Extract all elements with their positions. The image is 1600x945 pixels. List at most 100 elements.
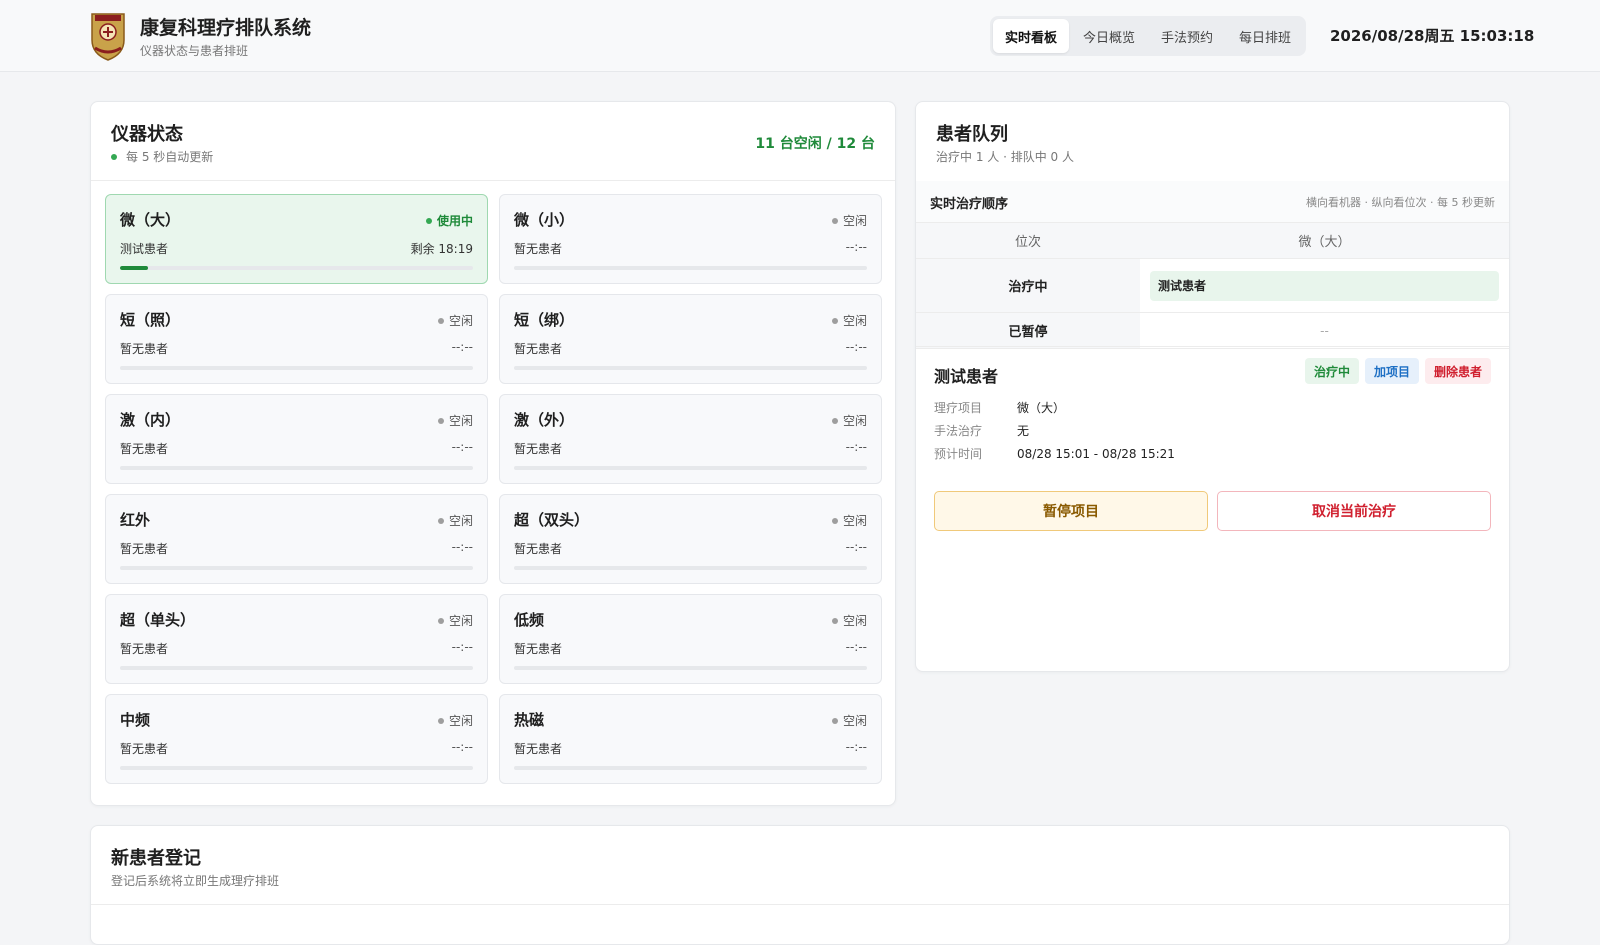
device-progress-bar [120,666,473,670]
status-dot-icon [831,717,838,724]
info-key: 理疗项目 [934,401,983,415]
device-patient: 暂无患者 [514,742,563,756]
info-value: 无 [1017,424,1030,438]
status-dot-icon [831,417,838,424]
device-card[interactable]: 短（绑） 空闲 暂无患者 --:-- [499,294,882,384]
device-patient: 测试患者 [120,242,169,256]
device-patient: 暂无患者 [514,242,563,256]
device-remaining-time: --:-- [845,640,867,654]
info-value: 微（大） [1017,401,1066,415]
register-panel-header: 新患者登记 登记后系统将立即生成理疗排班 [91,826,1509,905]
device-remaining-time: --:-- [451,440,473,454]
device-progress-bar [514,666,867,670]
treatment-order-table: 位次 微（大） 治疗中 测试患者 已暂停 -- [916,223,1509,349]
col-device-header: 微（大） [1140,223,1509,258]
current-datetime: 2026/08/28周五 15:03:18 [1330,27,1535,45]
device-status: 空闲 [437,712,473,729]
treatment-order-header: 实时治疗顺序 横向看机器 · 纵向看位次 · 每 5 秒更新 [916,181,1509,223]
device-patient: 暂无患者 [514,642,563,656]
device-patient: 暂无患者 [514,442,563,456]
register-panel-subtitle: 登记后系统将立即生成理疗排班 [111,874,280,888]
register-panel-title: 新患者登记 [111,848,201,869]
cancel-treatment-button[interactable]: 取消当前治疗 [1217,491,1491,531]
device-card[interactable]: 超（双头） 空闲 暂无患者 --:-- [499,494,882,584]
device-name: 低频 [514,611,545,629]
device-card[interactable]: 激（内） 空闲 暂无患者 --:-- [105,394,488,484]
status-dot-icon [831,217,838,224]
status-dot-icon [437,317,444,324]
device-name: 超（双头） [514,511,590,529]
row-treating-cell: 测试患者 [1140,259,1509,312]
device-remaining-time: --:-- [845,440,867,454]
device-patient: 暂无患者 [120,642,169,656]
device-status: 空闲 [437,412,473,429]
info-row-time: 预计时间 08/28 15:01 - 08/28 15:21 [934,442,1175,465]
app-title: 康复科理疗排队系统 [140,17,312,39]
device-remaining-time: --:-- [451,340,473,354]
tab-today-overview[interactable]: 今日概览 [1071,19,1147,53]
device-card[interactable]: 红外 空闲暂无患者 --:-- [105,494,488,584]
info-row-manual: 手法治疗 无 [934,419,1175,442]
device-progress-bar [514,766,867,770]
queue-panel: 患者队列 治疗中 1 人 · 排队中 0 人 实时治疗顺序 横向看机器 · 纵向… [915,101,1510,672]
add-item-button[interactable]: 加项目 [1364,358,1419,384]
device-status: 空闲 [831,612,867,629]
status-dot-icon [831,617,838,624]
status-dot-icon [831,517,838,524]
device-status-label: 空闲 [842,314,867,328]
device-card[interactable]: 超（单头） 空闲 暂无患者 --:-- [105,594,488,684]
device-progress-bar [514,466,867,470]
device-patient: 暂无患者 [120,542,169,556]
device-status: 使用中 [425,212,473,229]
delete-patient-button[interactable]: 删除患者 [1424,358,1491,384]
device-status: 空闲 [831,512,867,529]
device-status-label: 空闲 [842,714,867,728]
row-paused-cell: -- [1320,323,1329,338]
device-card[interactable]: 中频 空闲 暂无患者 --:-- [105,694,488,784]
treatment-order-title: 实时治疗顺序 [930,197,1009,212]
device-progress-bar [120,266,473,270]
device-remaining-time: --:-- [845,740,867,754]
device-card[interactable]: 热磁 空闲 暂无患者 --:-- [499,694,882,784]
pause-item-button[interactable]: 暂停项目 [934,491,1208,531]
device-status: 空闲 [437,512,473,529]
device-card[interactable]: 微（大） 使用中 测试患者 剩余 18:19 [105,194,488,284]
info-row-therapy: 理疗项目 微（大） [934,396,1175,419]
device-name: 激（外） [514,411,575,429]
patient-badges: 治疗中 加项目 删除患者 [1304,358,1491,384]
table-row-treating: 治疗中 测试患者 [916,259,1509,313]
device-patient: 暂无患者 [120,442,169,456]
tab-daily-schedule[interactable]: 每日排班 [1227,19,1303,53]
device-card[interactable]: 微（小） 空闲 暂无患者 --:-- [499,194,882,284]
device-status-label: 空闲 [448,614,473,628]
devices-panel: 仪器状态 每 5 秒自动更新 11 台空闲 / 12 台 微（大） 使用中 测试患者… [90,101,896,806]
device-progress-fill [120,266,149,270]
device-name: 超（单头） [120,611,196,629]
devices-panel-title: 仪器状态 [111,124,183,145]
info-key: 手法治疗 [934,424,983,438]
treating-patient-chip[interactable]: 测试患者 [1150,270,1499,301]
status-dot-icon [437,617,444,624]
status-dot-icon [425,217,432,224]
device-name: 红外 [120,511,151,529]
status-dot-icon [437,417,444,424]
device-remaining-time: --:-- [451,540,473,554]
device-card[interactable]: 短（照） 空闲 暂无患者 --:-- [105,294,488,384]
tab-manual-booking[interactable]: 手法预约 [1149,19,1225,53]
device-patient: 暂无患者 [514,342,563,356]
device-card[interactable]: 低频 空闲暂无患者 --:-- [499,594,882,684]
device-progress-bar [514,566,867,570]
tab-live-board[interactable]: 实时看板 [993,19,1070,53]
top-bar: 康复科理疗排队系统 仪器状态与患者排班 实时看板 今日概览 手法预约 每日排班 … [0,0,1600,72]
device-status: 空闲 [831,212,867,229]
device-card[interactable]: 激（外） 空闲 暂无患者 --:-- [499,394,882,484]
auto-refresh-note: 每 5 秒自动更新 [111,148,213,165]
table-row-paused: 已暂停 -- [916,313,1509,349]
info-value: 08/28 15:01 - 08/28 15:21 [1017,446,1175,461]
info-key: 预计时间 [934,447,983,461]
device-grid: 微（大） 使用中 测试患者 剩余 18:19 微（小） 空闲 暂无患者 --:-- 短（照） 空闲… [105,194,883,784]
col-position-header: 位次 [916,223,1140,258]
status-dot-icon [437,717,444,724]
device-status-label: 空闲 [842,514,867,528]
device-progress-bar [514,266,867,270]
